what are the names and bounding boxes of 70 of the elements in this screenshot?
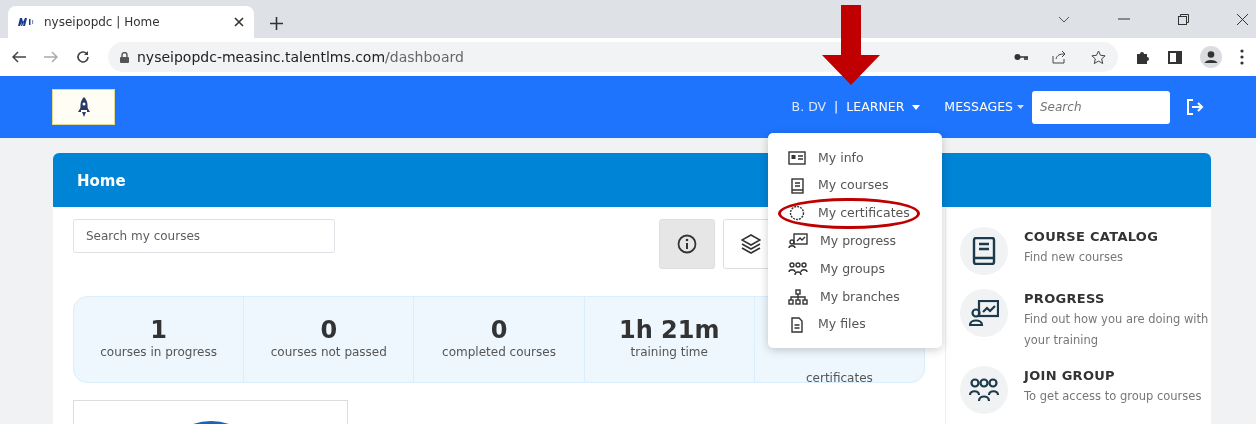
share-icon[interactable]: [1052, 50, 1067, 64]
menu-item[interactable]: My courses: [788, 171, 889, 200]
link-description: Find new courses: [1024, 248, 1125, 266]
profile-avatar-icon[interactable]: [1200, 46, 1222, 68]
close-icon[interactable]: [234, 17, 244, 27]
link-icon-circle[interactable]: [960, 227, 1008, 275]
people-group-icon: [788, 261, 808, 278]
stat-value: 1: [149, 317, 168, 344]
browser-tab[interactable]: nyseipopdc | Home: [8, 6, 254, 38]
info-view-button[interactable]: [659, 219, 715, 269]
user-menu-toggle[interactable]: B. DV | LEARNER: [791, 97, 921, 117]
layers-icon: [741, 234, 761, 254]
messages-menu[interactable]: MESSAGES: [944, 97, 1024, 117]
stat-value: 1h 21m: [617, 317, 721, 344]
book-icon: [788, 177, 806, 194]
menu-item[interactable]: My files: [788, 310, 866, 339]
info-icon: [677, 234, 697, 254]
tab-title: nyseipopdc | Home: [44, 14, 161, 31]
presentation-chart-icon: [969, 300, 999, 326]
link-title[interactable]: JOIN GROUP: [1024, 366, 1202, 386]
stat-label: certificates: [805, 370, 874, 387]
presentation-chart-icon: [788, 233, 808, 250]
separator-text: |: [834, 97, 839, 116]
stat-value: 0: [319, 317, 339, 344]
hierarchy-icon: [788, 288, 808, 305]
more-options-icon[interactable]: [1240, 49, 1244, 65]
url-text: nyseipopdc-measinc.talentlms.com/dashboard: [137, 47, 464, 67]
puzzle-piece-icon[interactable]: [1136, 50, 1150, 64]
site-logo-icon: [18, 18, 34, 26]
id-card-icon: [788, 150, 806, 165]
menu-item[interactable]: My groups: [788, 255, 885, 283]
menu-item[interactable]: My certificates: [780, 199, 918, 228]
lock-icon: [120, 51, 129, 63]
site-logo[interactable]: [52, 89, 115, 125]
stat-value: 0: [489, 317, 509, 344]
people-group-icon: [969, 378, 999, 403]
user-role: LEARNER: [846, 97, 905, 116]
link-title[interactable]: PROGRESS: [1024, 289, 1211, 309]
stat-label: courses in progress: [99, 344, 218, 362]
caret-icon: [1017, 105, 1024, 109]
book-icon: [972, 237, 996, 265]
restore-icon[interactable]: [1178, 13, 1189, 25]
back-arrow-icon[interactable]: [12, 51, 26, 63]
stat-label: courses not passed: [269, 344, 388, 362]
link-description: To get access to group courses: [1024, 387, 1202, 405]
user-name: B. DV: [791, 97, 827, 116]
new-tab-icon[interactable]: [270, 17, 283, 30]
course-search-field[interactable]: Search my courses: [73, 219, 335, 253]
badge-icon: [788, 205, 806, 222]
chevron-down-icon[interactable]: [1058, 15, 1070, 23]
side-panel-icon[interactable]: [1168, 50, 1182, 64]
rocket-icon: [77, 97, 90, 117]
link-title[interactable]: COURSE CATALOG: [1024, 227, 1159, 247]
search-field[interactable]: Search: [1032, 90, 1170, 124]
address-bar[interactable]: nyseipopdc-measinc.talentlms.com/dashboard: [108, 42, 1118, 72]
link-icon-circle[interactable]: [960, 366, 1008, 415]
close-icon[interactable]: [1237, 13, 1248, 25]
key-icon[interactable]: [1014, 53, 1028, 61]
menu-item[interactable]: My info: [788, 144, 864, 172]
link-description: Find out how you are doing with your training: [1024, 310, 1210, 350]
link-icon-circle[interactable]: [960, 289, 1008, 337]
logout-icon[interactable]: [1186, 99, 1204, 115]
reload-icon[interactable]: [76, 50, 90, 64]
document-icon: [788, 316, 806, 333]
caret-icon: [912, 104, 921, 110]
menu-item[interactable]: My progress: [788, 227, 897, 256]
stat-label: completed courses: [441, 344, 557, 362]
stat-label: training time: [629, 344, 709, 362]
menu-item[interactable]: My branches: [788, 283, 900, 311]
star-icon[interactable]: [1091, 50, 1106, 64]
